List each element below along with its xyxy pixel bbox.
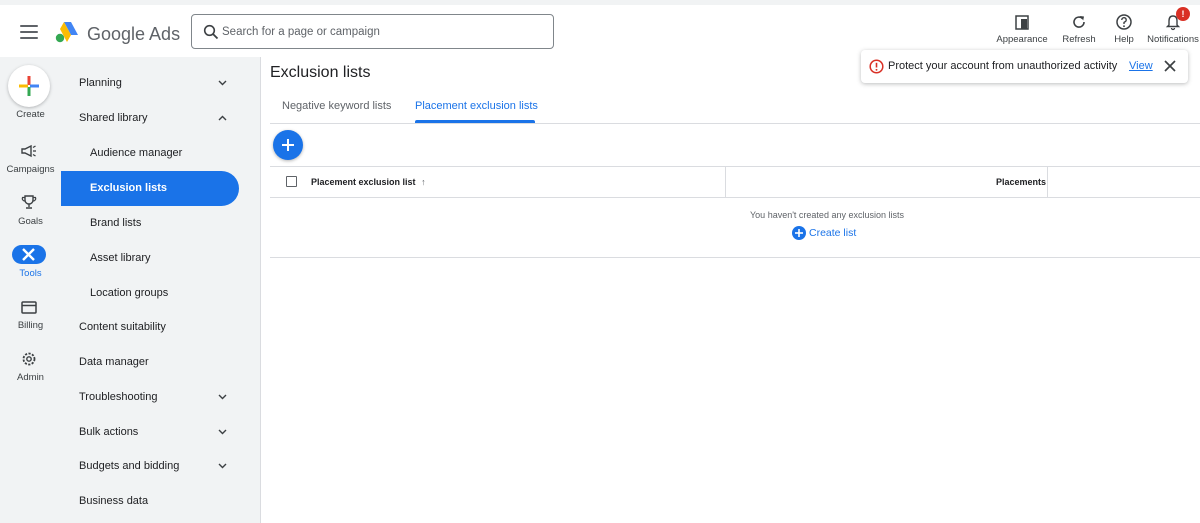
help-icon [1116, 14, 1132, 30]
nav-item-label: Planning [79, 77, 122, 89]
close-icon[interactable] [1163, 59, 1177, 73]
nav-item-location-groups[interactable]: Location groups [61, 276, 239, 311]
plus-icon [282, 139, 294, 151]
nav-item-bulk-actions[interactable]: Bulk actions [61, 415, 239, 450]
sort-ascending-icon[interactable]: ↑ [421, 177, 426, 187]
alert-message: Protect your account from unauthorized a… [888, 60, 1118, 72]
column-header-placements[interactable]: Placements [996, 177, 1046, 187]
column-divider [1047, 167, 1048, 198]
nav-item-label: Location groups [90, 287, 169, 299]
appearance-icon [1015, 15, 1029, 30]
chevron-down-icon [218, 429, 227, 435]
add-list-button[interactable] [273, 130, 303, 160]
rail-label-create: Create [16, 109, 45, 120]
appearance-button[interactable]: Appearance [996, 13, 1048, 45]
chevron-down-icon [218, 80, 227, 86]
error-icon [869, 59, 884, 74]
nav-item-label: Business data [79, 495, 149, 507]
refresh-icon [1073, 16, 1085, 28]
chevron-up-icon [218, 115, 227, 121]
notifications-button[interactable]: Notifications [1146, 13, 1200, 45]
nav-item-label: Bulk actions [79, 426, 139, 438]
nav-item-label: Asset library [90, 252, 151, 264]
rail-label-admin[interactable]: Admin [0, 372, 61, 383]
create-list-label: Create list [809, 227, 857, 239]
nav-item-label: Data manager [79, 356, 149, 368]
table-header: Placement exclusion list ↑ Placements [270, 167, 1200, 198]
empty-state-message: You haven't created any exclusion lists [750, 210, 904, 220]
google-ads-logo [55, 22, 78, 43]
card-icon[interactable] [21, 301, 37, 314]
nav-item-label: Audience manager [90, 147, 183, 159]
menu-icon[interactable] [20, 25, 38, 39]
tools-sidenav: Planning Shared library Audience manager… [61, 57, 261, 523]
tabs-divider [270, 123, 1200, 124]
product-name: Google Ads [87, 24, 181, 44]
nav-item-budgets-and-bidding[interactable]: Budgets and bidding [61, 449, 239, 484]
alert-view-link[interactable]: View [1129, 60, 1153, 72]
tab-placement-exclusion-lists[interactable]: Placement exclusion lists [415, 100, 538, 112]
nav-item-label: Exclusion lists [90, 182, 168, 194]
exclusion-lists-table: Placement exclusion list ↑ Placements Yo… [270, 166, 1200, 258]
nav-item-content-suitability[interactable]: Content suitability [61, 310, 239, 345]
trophy-icon[interactable] [21, 194, 37, 210]
refresh-label: Refresh [1062, 34, 1096, 45]
gear-icon[interactable] [21, 351, 37, 367]
refresh-button[interactable]: Refresh [1060, 13, 1098, 45]
nav-item-label: Brand lists [90, 217, 142, 229]
nav-item-label: Shared library [79, 112, 148, 124]
nav-item-audience-manager[interactable]: Audience manager [61, 136, 239, 171]
select-all-checkbox[interactable] [286, 176, 297, 187]
rail-label-billing[interactable]: Billing [0, 320, 61, 331]
help-button[interactable]: Help [1109, 13, 1139, 45]
column-header-label: Placement exclusion list [311, 177, 416, 187]
nav-item-data-manager[interactable]: Data manager [61, 345, 239, 380]
nav-item-label: Troubleshooting [79, 391, 158, 403]
add-circle-icon [792, 226, 806, 240]
appearance-label: Appearance [996, 34, 1048, 45]
search-input[interactable] [222, 22, 542, 42]
chevron-down-icon [218, 463, 227, 469]
search-box[interactable] [191, 14, 554, 49]
nav-item-business-data[interactable]: Business data [61, 484, 239, 519]
page-title: Exclusion lists [270, 64, 371, 81]
nav-item-planning[interactable]: Planning [61, 66, 239, 101]
wrench-icon [22, 248, 35, 261]
plus-icon [19, 76, 39, 96]
nav-item-troubleshooting[interactable]: Troubleshooting [61, 380, 239, 415]
rail-label-tools[interactable]: Tools [0, 268, 61, 279]
column-header-placement-exclusion-list[interactable]: Placement exclusion list ↑ [311, 177, 426, 187]
nav-item-label: Budgets and bidding [79, 460, 180, 472]
help-label: Help [1114, 34, 1134, 45]
create-button[interactable] [8, 65, 50, 107]
nav-item-shared-library[interactable]: Shared library [61, 101, 239, 136]
notifications-label: Notifications [1147, 34, 1199, 45]
column-divider [725, 167, 726, 198]
rail-label-goals[interactable]: Goals [0, 216, 61, 227]
nav-item-exclusion-lists[interactable]: Exclusion lists [61, 171, 239, 206]
search-icon [203, 24, 219, 40]
tools-active-pill[interactable] [12, 245, 46, 264]
tab-negative-keyword-lists[interactable]: Negative keyword lists [282, 100, 391, 112]
security-alert: Protect your account from unauthorized a… [861, 50, 1188, 83]
nav-item-label: Content suitability [79, 321, 166, 333]
chevron-down-icon [218, 394, 227, 400]
notification-badge: ! [1176, 7, 1190, 21]
megaphone-icon[interactable] [20, 143, 38, 159]
nav-item-brand-lists[interactable]: Brand lists [61, 206, 239, 241]
left-rail: Create Campaigns Goals Tools Billing Adm… [0, 57, 61, 523]
nav-item-asset-library[interactable]: Asset library [61, 241, 239, 276]
rail-label-campaigns[interactable]: Campaigns [0, 164, 61, 175]
